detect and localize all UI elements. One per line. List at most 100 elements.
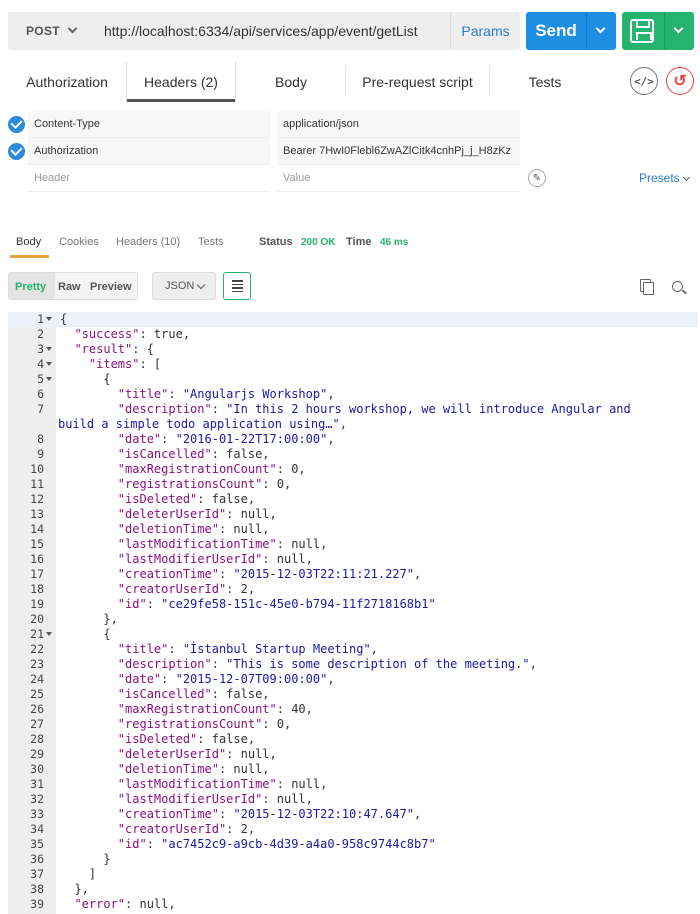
url-input[interactable]: http://localhost:6334/api/services/app/e… [94, 12, 450, 50]
json-key: "lastModifierUserId" [117, 552, 263, 566]
json-punct [60, 582, 118, 596]
send-dropdown[interactable] [586, 12, 616, 50]
json-string: "İstanbul Startup Meeting" [182, 642, 371, 656]
code-text: }, [60, 612, 117, 627]
code-line: 29 "deleterUserId": null, [8, 747, 698, 762]
tab-headers[interactable]: Headers (2) [126, 62, 236, 102]
pencil-icon[interactable]: ✎ [528, 169, 546, 187]
format-select[interactable]: JSON [152, 272, 216, 300]
line-number: 27 [30, 717, 44, 731]
json-punct [60, 687, 118, 701]
json-punct: : null, [226, 507, 277, 521]
header-row: Content-Type application/json [0, 111, 700, 138]
code-text: "isCancelled": false, [60, 687, 270, 702]
line-number: 8 [37, 432, 44, 446]
code-text: "lastModificationTime": null, [60, 537, 328, 552]
line-number: 3 [37, 342, 44, 356]
preview-button[interactable]: Preview [90, 281, 132, 293]
json-punct: : false, [211, 447, 270, 461]
checkbox-checked-icon[interactable] [8, 116, 25, 133]
fold-toggle-icon[interactable] [46, 347, 52, 351]
header-value-input[interactable]: Value [277, 165, 520, 192]
tab-body[interactable]: Body [236, 62, 346, 102]
time-label: Time [346, 236, 372, 248]
code-text: "title": "İstanbul Startup Meeting", [60, 642, 378, 657]
save-dropdown[interactable] [664, 12, 694, 50]
tab-response-headers[interactable]: Headers (10) [116, 236, 180, 248]
params-button[interactable]: Params [450, 12, 520, 50]
header-value[interactable]: Bearer 7HwI0Flebl6ZwAZlCitk4cnhPj_j_H8zK… [277, 138, 520, 165]
send-button[interactable]: Send [526, 12, 616, 50]
code-line: 15 "lastModificationTime": null, [8, 537, 698, 552]
copy-icon[interactable] [640, 279, 654, 295]
code-line: 27 "registrationsCount": 0, [8, 717, 698, 732]
code-text: "isDeleted": false, [60, 492, 255, 507]
line-number: 14 [30, 522, 44, 536]
save-button[interactable] [622, 12, 694, 50]
header-key[interactable]: Authorization [28, 138, 270, 165]
fold-toggle-icon[interactable] [46, 632, 52, 636]
json-punct [60, 567, 118, 581]
code-text: "creationTime": "2015-12-03T22:10:47.647… [60, 807, 421, 822]
reset-icon[interactable]: ↺ [666, 67, 694, 95]
wrap-lines-icon[interactable] [223, 272, 251, 300]
header-key[interactable]: Content-Type [28, 111, 270, 138]
line-number: 39 [30, 897, 44, 911]
line-number: 37 [30, 867, 44, 881]
tab-authorization[interactable]: Authorization [8, 62, 126, 102]
tab-pre-request-script[interactable]: Pre-request script [346, 62, 489, 102]
json-string: "This is some description of the meeting… [226, 657, 530, 671]
method-label: POST [26, 24, 60, 38]
code-line: 31 "lastModificationTime": null, [8, 777, 698, 792]
code-icon[interactable]: </> [630, 67, 658, 95]
checkbox-checked-icon[interactable] [8, 143, 25, 160]
raw-button[interactable]: Raw [58, 281, 81, 293]
tab-response-tests[interactable]: Tests [198, 236, 224, 248]
json-key: "deletionTime" [117, 762, 219, 776]
search-icon[interactable] [672, 281, 683, 292]
header-value[interactable]: application/json [277, 111, 520, 138]
fold-toggle-icon[interactable] [46, 377, 52, 381]
send-label: Send [535, 21, 577, 40]
code-text: "maxRegistrationCount": 0, [60, 462, 306, 477]
code-line: 10 "maxRegistrationCount": 0, [8, 462, 698, 477]
json-punct: ] [60, 867, 97, 881]
json-punct: : null, [276, 537, 328, 551]
json-string: build a simple todo application using…" [58, 417, 340, 431]
code-line: 21 { [8, 627, 698, 642]
json-punct: : [ [139, 357, 162, 371]
json-punct: : 0, [262, 477, 292, 491]
code-text: } [60, 852, 110, 867]
json-key: "creationTime" [117, 807, 219, 821]
json-punct: , [414, 567, 422, 581]
code-line: 22 "title": "İstanbul Startup Meeting", [8, 642, 698, 657]
header-key-input[interactable]: Header [28, 165, 270, 192]
line-number: 4 [37, 357, 44, 371]
json-punct: , [327, 387, 335, 401]
tab-response-body[interactable]: Body [9, 236, 50, 258]
pretty-button[interactable]: Pretty [15, 281, 46, 293]
method-select[interactable]: POST [8, 12, 94, 50]
view-mode-toggle: Pretty Raw Preview [8, 272, 138, 300]
code-line: 34 "creatorUserId": 2, [8, 822, 698, 837]
json-punct [60, 702, 118, 716]
json-key: "id" [117, 597, 147, 611]
json-key: "date" [117, 672, 162, 686]
fold-toggle-icon[interactable] [46, 317, 52, 321]
response-body-viewer[interactable]: 1{2 "success": true, 3 "result": {4 "item… [0, 312, 700, 914]
code-line: 1{ [8, 312, 698, 327]
fold-toggle-icon[interactable] [46, 362, 52, 366]
json-punct: : [168, 387, 183, 401]
json-punct [60, 342, 74, 356]
json-punct: : false, [197, 492, 256, 506]
tab-response-cookies[interactable]: Cookies [59, 236, 99, 248]
line-number: 12 [30, 492, 44, 506]
line-number: 1 [37, 312, 44, 326]
json-punct [60, 552, 118, 566]
json-punct [60, 762, 118, 776]
code-line: build a simple todo application using…", [8, 417, 698, 432]
json-key: "date" [117, 432, 162, 446]
tab-tests[interactable]: Tests [490, 62, 600, 102]
json-punct: : null, [218, 522, 270, 536]
presets-dropdown[interactable]: Presets [639, 171, 690, 185]
